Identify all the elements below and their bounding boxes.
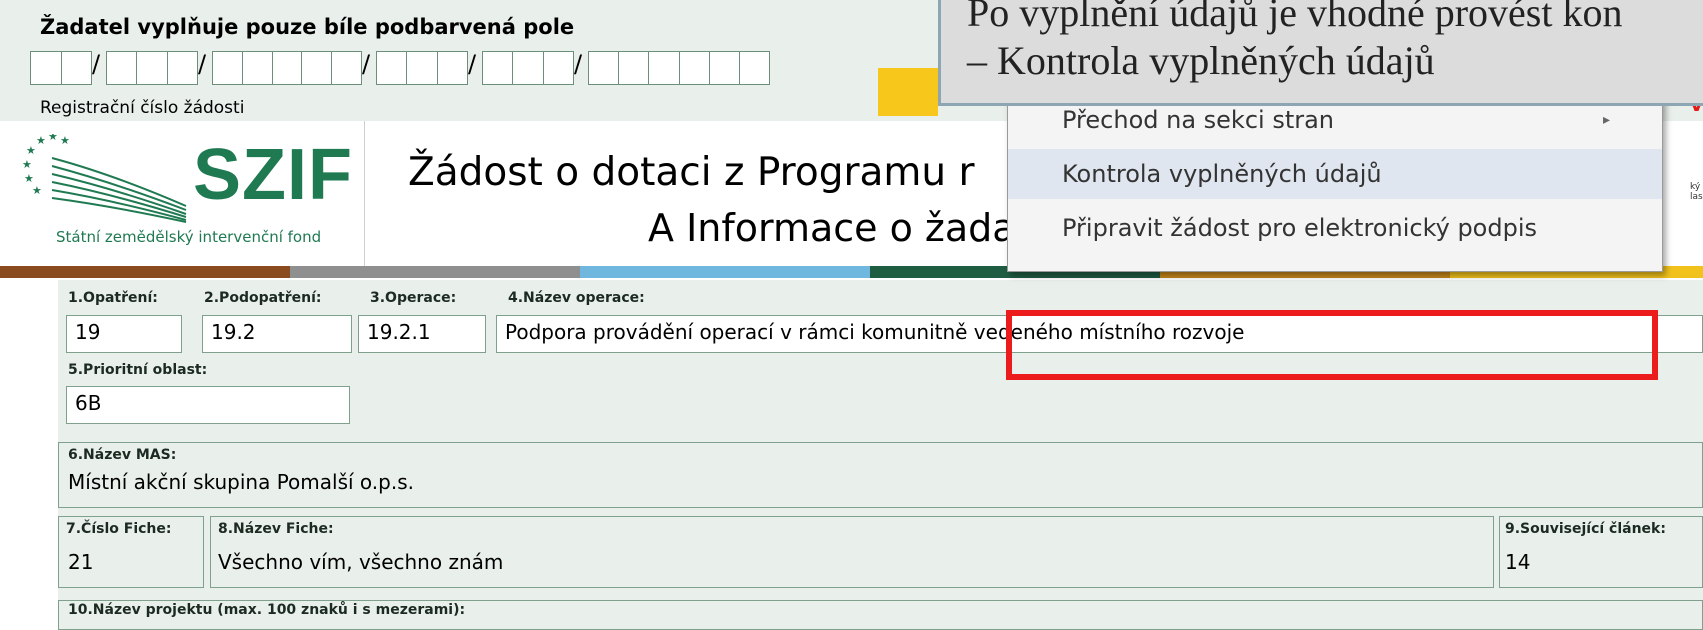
logo-brand: SZIF bbox=[193, 135, 353, 215]
instruction-callout: Po vyplnění údajů je vhodné provést kon … bbox=[938, 0, 1703, 106]
souvisejici-clanek-label: 9.Související článek: bbox=[1505, 521, 1666, 537]
prioritni-oblast-field[interactable]: 6B bbox=[66, 386, 350, 424]
context-menu: Přechod na sekci stran ▸ Kontrola vyplně… bbox=[1007, 92, 1663, 272]
svg-text:★: ★ bbox=[48, 134, 58, 143]
nazev-operace-label: 4.Název operace: bbox=[508, 290, 645, 306]
registration-separator: / bbox=[574, 50, 583, 78]
menu-button[interactable] bbox=[878, 68, 938, 116]
registration-number-segment-3[interactable] bbox=[212, 51, 362, 85]
document-title: Žádost o dotaci z Programu r bbox=[408, 150, 975, 195]
registration-number-segment-2[interactable] bbox=[106, 51, 198, 85]
menu-item-label: Připravit žádost pro elektronický podpis bbox=[1062, 214, 1537, 242]
callout-line-1: Po vyplnění údajů je vhodné provést kon bbox=[967, 0, 1623, 35]
menu-item-pripravit-podpis[interactable]: Připravit žádost pro elektronický podpis bbox=[1008, 203, 1662, 253]
cislo-fiche-label: 7.Číslo Fiche: bbox=[66, 521, 172, 537]
svg-text:★: ★ bbox=[32, 184, 42, 197]
logo-subtitle: Státní zemědělský intervenční fond bbox=[56, 228, 322, 246]
nazev-mas-label: 6.Název MAS: bbox=[68, 447, 177, 463]
nazev-fiche-label: 8.Název Fiche: bbox=[218, 521, 334, 537]
registration-separator: / bbox=[198, 50, 207, 78]
highlight-frame bbox=[1006, 310, 1658, 380]
operace-field[interactable]: 19.2.1 bbox=[358, 315, 486, 353]
registration-number-segment-1[interactable] bbox=[30, 51, 92, 85]
cislo-fiche-value: 21 bbox=[68, 550, 94, 574]
menu-item-label: Přechod na sekci stran bbox=[1062, 106, 1335, 134]
nazev-mas-value: Místní akční skupina Pomalší o.p.s. bbox=[68, 470, 414, 494]
szif-logo-emblem-icon: ★★ ★ ★ ★★★ bbox=[22, 134, 187, 223]
operace-label: 3.Operace: bbox=[370, 290, 457, 306]
opatreni-field[interactable]: 19 bbox=[66, 315, 182, 353]
menu-item-kontrola-udaju[interactable]: Kontrola vyplněných údajů bbox=[1008, 149, 1662, 199]
registration-separator: / bbox=[362, 50, 371, 78]
svg-text:★: ★ bbox=[22, 158, 32, 171]
registration-separator: / bbox=[92, 50, 101, 78]
registration-number-segment-6[interactable] bbox=[588, 51, 770, 85]
podopatreni-label: 2.Podopatření: bbox=[204, 290, 322, 306]
stripe-segment bbox=[580, 266, 870, 278]
svg-text:★: ★ bbox=[26, 144, 36, 157]
instruction-text: Žadatel vyplňuje pouze bíle podbarvená p… bbox=[40, 15, 575, 39]
registration-number-segment-5[interactable] bbox=[482, 51, 574, 85]
stripe-segment bbox=[290, 266, 580, 278]
document-subtitle: A Informace o žada bbox=[648, 206, 1016, 250]
souvisejici-clanek-value: 14 bbox=[1505, 550, 1531, 574]
callout-line-2: – Kontrola vyplněných údajů bbox=[967, 38, 1435, 83]
nazev-fiche-value: Všechno vím, všechno znám bbox=[218, 550, 504, 574]
stripe-segment bbox=[0, 266, 290, 278]
podopatreni-field[interactable]: 19.2 bbox=[202, 315, 352, 353]
nazev-projektu-label: 10.Název projektu (max. 100 znaků i s me… bbox=[68, 602, 466, 618]
registration-separator: / bbox=[468, 50, 477, 78]
registration-number-segment-4[interactable] bbox=[376, 51, 468, 85]
svg-text:★: ★ bbox=[60, 134, 70, 147]
prioritni-oblast-label: 5.Prioritní oblast: bbox=[68, 362, 208, 378]
svg-text:★: ★ bbox=[36, 134, 46, 147]
opatreni-label: 1.Opatření: bbox=[68, 290, 158, 306]
header-right-small-text: ký venko lasti bbox=[1690, 182, 1703, 202]
registration-number-label: Registrační číslo žádosti bbox=[40, 98, 245, 118]
menu-item-label: Kontrola vyplněných údajů bbox=[1062, 160, 1382, 188]
